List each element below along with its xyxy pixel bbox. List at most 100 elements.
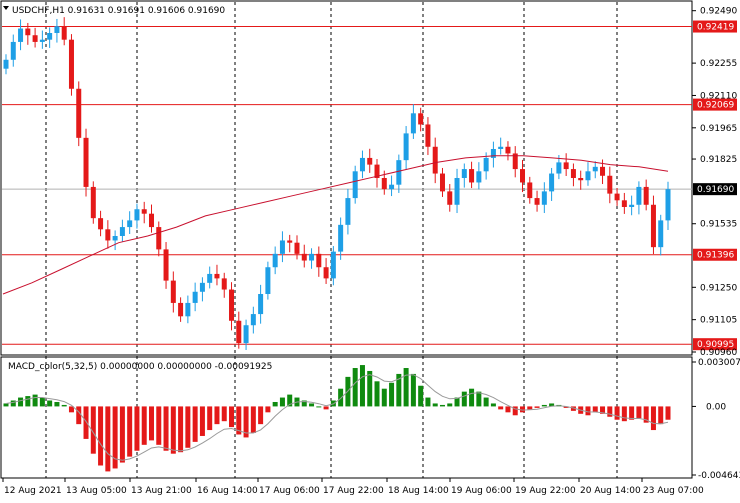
candle <box>359 150 365 179</box>
candle <box>279 231 285 263</box>
macd-bar <box>134 406 140 451</box>
macd-bar <box>592 406 598 413</box>
candle <box>68 34 74 96</box>
candle <box>454 168 460 214</box>
candle <box>156 221 162 257</box>
triangle-down-icon[interactable] <box>3 6 9 10</box>
candle <box>294 235 300 260</box>
macd-bar <box>418 385 424 407</box>
candle <box>250 306 256 334</box>
macd-bar <box>534 406 540 408</box>
candle <box>527 176 533 204</box>
candle <box>83 128 89 197</box>
candle-body <box>279 240 285 254</box>
candle <box>563 153 569 176</box>
macd-bar <box>585 406 591 416</box>
macd-title: MACD_color(5,32,5) 0.00000000 0.00000000… <box>8 362 272 372</box>
candle <box>127 211 133 234</box>
macd-bar <box>614 406 620 420</box>
candle-body <box>236 320 242 344</box>
candle-body <box>330 251 336 279</box>
macd-histogram <box>3 365 671 472</box>
macd-bar <box>148 406 154 441</box>
macd-bar <box>469 388 475 407</box>
candle-body <box>534 198 540 205</box>
candle <box>141 201 147 224</box>
candle-body <box>272 253 278 268</box>
candle <box>534 190 540 212</box>
candle-body <box>447 191 453 205</box>
macd-bar <box>141 406 147 445</box>
candle-body <box>301 253 307 261</box>
candle-body <box>10 41 16 60</box>
macd-bar <box>32 394 38 407</box>
macd-bar <box>665 406 671 420</box>
candle <box>185 295 191 324</box>
candle <box>621 192 627 214</box>
macd-bar <box>505 406 511 413</box>
candle <box>338 217 344 260</box>
time-tick-label: 20 Aug 14:00 <box>580 486 641 496</box>
candle <box>636 181 642 215</box>
macd-bar <box>658 406 664 425</box>
price-axis: 0.92490 0.92255 0.92110 0.91965 0.91825 0.915… <box>692 7 737 358</box>
candle-body <box>461 169 467 178</box>
candle-body <box>556 162 562 174</box>
candle-body <box>541 191 547 205</box>
macd-bar <box>323 406 329 410</box>
macd-bar <box>61 404 67 407</box>
macd-bar <box>621 406 627 422</box>
candle-body <box>170 280 176 303</box>
candle-body <box>439 173 445 192</box>
time-tick-label: 12 Aug 2021 <box>4 486 62 496</box>
candle-body <box>39 39 45 42</box>
candle <box>505 141 511 161</box>
macd-bar <box>272 401 278 407</box>
macd-bar <box>170 406 176 454</box>
macd-bar <box>156 406 162 445</box>
candle-body <box>476 171 482 183</box>
candle <box>199 277 205 302</box>
candle <box>10 34 16 67</box>
candle-body <box>629 204 635 207</box>
time-tick-label: 17 Aug 06:00 <box>259 486 320 496</box>
candle-body <box>83 137 89 187</box>
candle <box>170 271 176 313</box>
candle <box>265 261 271 300</box>
candle-body <box>185 302 191 317</box>
candle-body <box>410 113 416 134</box>
time-tick-label: 13 Aug 05:00 <box>66 486 127 496</box>
candle <box>447 184 453 212</box>
candle-body <box>112 236 118 241</box>
candle-body <box>141 209 147 214</box>
price-tick-label: 0.91825 <box>700 155 737 165</box>
macd-bar <box>18 397 24 407</box>
candle-body <box>229 289 235 321</box>
candle-body <box>381 178 387 190</box>
macd-bar <box>490 403 496 407</box>
price-tick-label: 0.91250 <box>700 283 737 293</box>
macd-bar <box>338 388 344 407</box>
level-label: 0.91396 <box>697 251 734 261</box>
candle-body <box>192 291 198 303</box>
macd-bar <box>389 382 395 407</box>
candle-body <box>570 169 576 178</box>
candle <box>607 166 613 204</box>
macd-bar <box>3 403 9 407</box>
candle-body <box>345 198 351 225</box>
macd-bar <box>265 406 271 413</box>
candle-body <box>250 314 256 326</box>
macd-bar <box>447 403 453 407</box>
macd-bar <box>439 404 445 407</box>
candle-body <box>148 213 154 228</box>
candle-body <box>359 157 365 172</box>
candle-body <box>432 146 438 174</box>
candle <box>18 19 24 51</box>
candle-body <box>454 178 460 205</box>
macd-bar <box>636 406 642 419</box>
time-tick-label: 17 Aug 22:00 <box>323 486 384 496</box>
chart-canvas[interactable]: 0.924190.920690.913960.909950.91690 0.92… <box>0 0 740 500</box>
candle-body <box>309 253 315 261</box>
time-tick-label: 16 Aug 14:00 <box>197 486 258 496</box>
candle <box>403 126 409 170</box>
